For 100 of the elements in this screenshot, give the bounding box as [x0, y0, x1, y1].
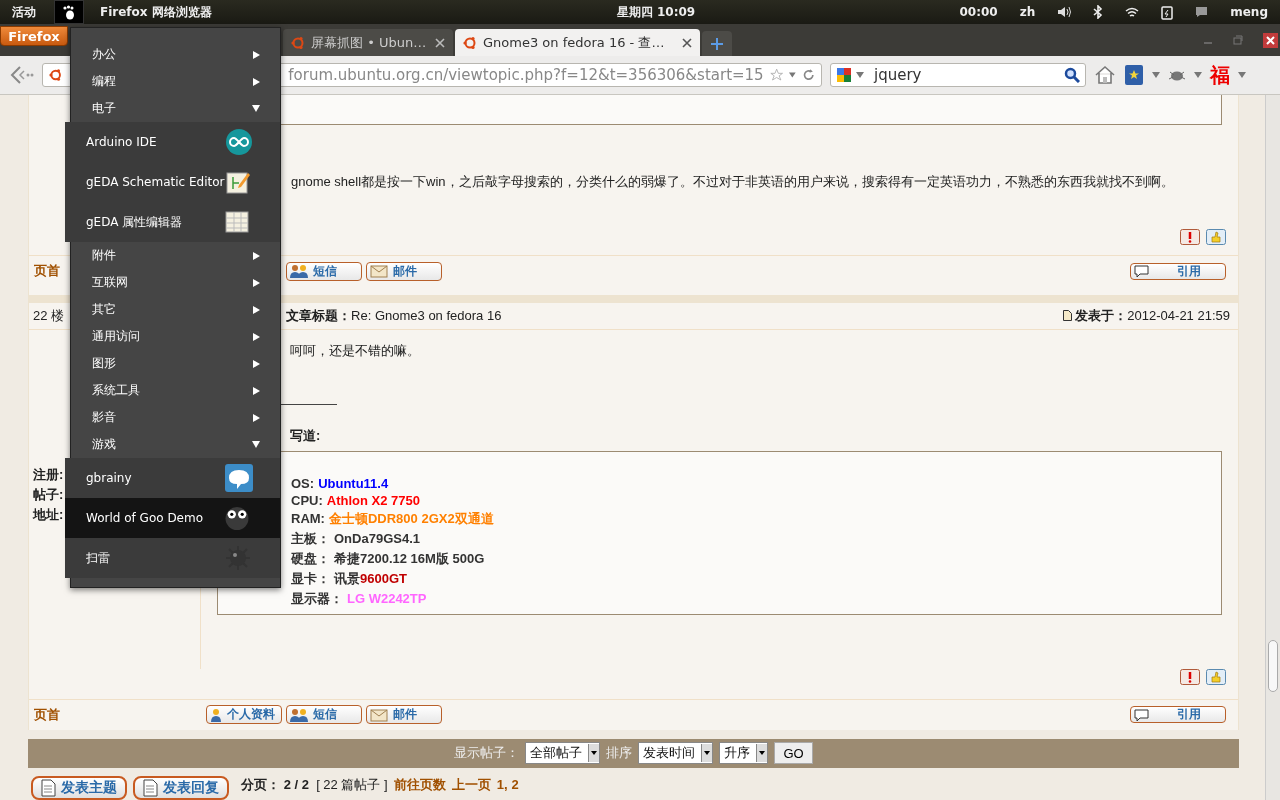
user-name[interactable]: meng — [1230, 5, 1268, 19]
signature-value: Ubuntu11.4 — [318, 475, 389, 491]
sort-dropdown[interactable]: 发表时间 — [638, 742, 714, 765]
report-icon[interactable] — [1180, 229, 1200, 245]
tab-title: Gnome3 on fedora 16 - 查… — [483, 33, 666, 52]
clock[interactable]: 星期四 10:09 — [616, 3, 696, 21]
top-link[interactable]: 页首 — [34, 705, 206, 724]
post-action-button[interactable]: 短信 — [286, 705, 362, 725]
menu-item[interactable]: Arduino IDE — [65, 122, 280, 162]
signature-label: 显卡： — [291, 570, 330, 586]
signature-value: 9600GT — [360, 570, 407, 586]
caret-icon[interactable] — [789, 72, 796, 78]
ubuntu-logo-icon — [291, 35, 305, 50]
page-link[interactable]: 2 — [511, 777, 519, 793]
document-icon — [141, 779, 159, 797]
foot-icon[interactable] — [62, 4, 76, 20]
caret-icon[interactable] — [856, 72, 864, 78]
menu-item[interactable]: 图形 — [71, 350, 280, 377]
signature-label: 硬盘： — [291, 550, 330, 566]
menu-item[interactable]: 影音 — [71, 404, 280, 431]
volume-icon[interactable] — [1057, 6, 1072, 18]
post-action-button[interactable]: 个人资料 — [206, 705, 282, 725]
menu-item[interactable]: 附件 — [71, 242, 280, 269]
wifi-icon[interactable] — [1125, 6, 1140, 18]
menu-item[interactable]: 通用访问 — [71, 323, 280, 350]
caret-icon[interactable] — [1194, 72, 1202, 78]
new-tab-button[interactable] — [702, 31, 732, 56]
bluetooth-icon[interactable] — [1093, 5, 1104, 19]
scrollbar[interactable] — [1265, 95, 1280, 800]
caret-icon[interactable] — [1238, 72, 1246, 78]
submenu-arrow-icon — [253, 359, 260, 368]
close-icon[interactable] — [682, 37, 692, 48]
page-link[interactable]: 1, — [496, 777, 508, 793]
post-action-button[interactable]: 邮件 — [366, 705, 442, 725]
floor-number: 22 楼 — [33, 306, 65, 325]
expanded-arrow-icon — [252, 441, 260, 448]
menu-item[interactable]: gEDA Schematic Editor — [65, 162, 280, 202]
spreadsheet-icon — [225, 210, 249, 234]
submenu-arrow-icon — [253, 332, 260, 341]
submenu-arrow-icon — [253, 77, 260, 86]
menu-item[interactable]: World of Goo Demo — [65, 498, 280, 538]
go-button[interactable]: GO — [774, 742, 813, 765]
language-indicator[interactable]: zh — [1019, 5, 1036, 19]
signature-label: OS: — [291, 475, 315, 491]
battery-icon[interactable] — [1161, 4, 1174, 20]
menu-item[interactable]: 游戏 — [71, 431, 280, 458]
menu-item[interactable]: gbrainy — [65, 458, 280, 498]
new-topic-button[interactable]: 发表主题 — [31, 776, 127, 800]
menu-item[interactable]: 其它 — [71, 296, 280, 323]
bookmarks-icon[interactable] — [1124, 64, 1144, 86]
goto-page-link[interactable]: 前往页数 — [393, 776, 446, 794]
profile-label: 地址: — [33, 505, 64, 524]
menu-item[interactable]: 系统工具 — [71, 377, 280, 404]
quote-button[interactable]: 引用 — [1130, 706, 1226, 724]
order-dropdown[interactable]: 升序 — [719, 742, 769, 765]
signature-label: RAM: — [291, 510, 325, 526]
menu-item[interactable]: gEDA 属性编辑器 — [65, 202, 280, 242]
post-text: 呵呵，还是不错的嘛。 — [290, 341, 420, 360]
person-icon — [209, 707, 223, 722]
signature-value: 讯景 — [334, 570, 360, 586]
google-logo-icon[interactable] — [836, 67, 852, 83]
quote-button[interactable]: 引用 — [1130, 262, 1226, 280]
post-action-button[interactable]: 短信 — [286, 261, 362, 281]
post-subject: 文章标题：Re: Gnome3 on fedora 16 — [286, 306, 502, 325]
scrollbar-thumb[interactable] — [1268, 640, 1278, 692]
signature-value: Athlon X2 7750 — [326, 492, 420, 508]
reload-icon[interactable] — [801, 67, 815, 83]
report-icon[interactable] — [1180, 668, 1200, 685]
close-icon[interactable] — [435, 37, 445, 48]
star-icon[interactable] — [769, 67, 783, 83]
reply-button[interactable]: 发表回复 — [133, 776, 229, 800]
back-icon[interactable] — [8, 64, 34, 86]
search-icon[interactable] — [1064, 67, 1080, 83]
show-posts-dropdown[interactable]: 全部帖子 — [525, 742, 601, 765]
home-icon[interactable] — [1094, 65, 1116, 85]
menu-item[interactable]: 电子 — [71, 95, 280, 122]
people-icon — [289, 707, 309, 722]
browser-tab[interactable]: 屏幕抓图 • Ubun… — [283, 29, 453, 56]
plus-icon[interactable] — [711, 37, 723, 50]
envelope-icon — [369, 707, 389, 722]
chat-icon[interactable] — [1195, 6, 1209, 18]
thumbs-up-icon[interactable] — [1206, 668, 1226, 685]
document-icon — [39, 779, 57, 797]
browser-tab[interactable]: Gnome3 on fedora 16 - 查… — [455, 29, 700, 56]
ubuntu-logo-icon — [463, 35, 477, 50]
thumbs-up-icon[interactable] — [1206, 229, 1226, 245]
app-name[interactable]: Firefox 网络浏览器 — [100, 3, 212, 21]
search-field[interactable]: jquery — [830, 63, 1086, 87]
addon-button[interactable]: 福 — [1210, 65, 1230, 85]
caret-icon[interactable] — [1152, 72, 1160, 78]
activities-button[interactable]: 活动 — [12, 3, 36, 21]
previous-page-link[interactable]: 上一页 — [451, 776, 491, 794]
menu-item[interactable]: 互联网 — [71, 269, 280, 296]
menu-item[interactable]: 扫雷 — [65, 538, 280, 578]
sort-label: 排序 — [606, 744, 633, 763]
post-action-button[interactable]: 邮件 — [366, 261, 442, 281]
signature-value: 金士顿DDR800 2GX2双通道 — [328, 510, 494, 526]
close-window-icon[interactable] — [1263, 32, 1278, 48]
timer[interactable]: 00:00 — [959, 5, 998, 19]
foot-menu-button[interactable] — [54, 0, 84, 24]
